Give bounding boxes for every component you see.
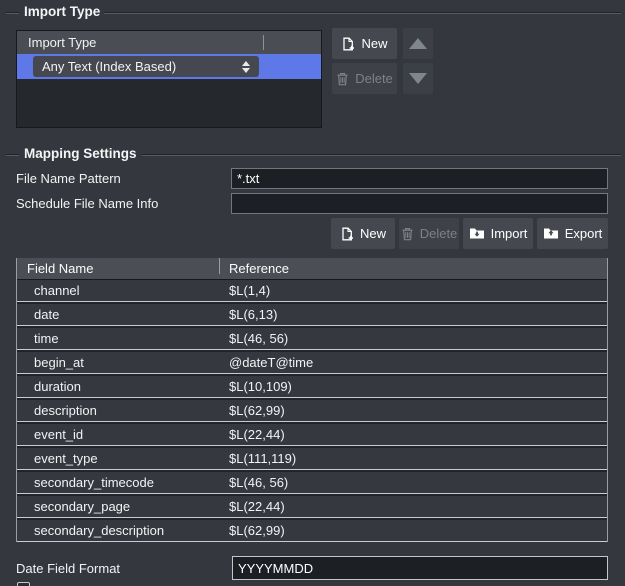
table-row[interactable]: duration $L(10,109) <box>17 376 607 398</box>
group-border-line <box>142 154 621 156</box>
table-row[interactable]: secondary_description $L(62,99) <box>17 520 607 542</box>
import-button-label: Import <box>491 226 528 241</box>
field-delete-button[interactable]: Delete <box>399 218 459 249</box>
reference-cell: @dateT@time <box>229 352 313 374</box>
group-border-line <box>104 12 621 14</box>
table-row[interactable]: description $L(62,99) <box>17 400 607 422</box>
field-name-column-header[interactable]: Field Name <box>27 258 93 279</box>
field-name-cell: secondary_timecode <box>34 472 154 494</box>
table-row[interactable]: event_id $L(22,44) <box>17 424 607 446</box>
field-name-cell: duration <box>34 376 81 398</box>
field-mapping-grid: Field Name Reference channel $L(1,4) date $… <box>16 258 608 542</box>
group-border-dash <box>6 154 19 156</box>
table-row[interactable]: secondary_page $L(22,44) <box>17 496 607 518</box>
field-name-cell: date <box>34 304 59 326</box>
export-button-label: Export <box>565 226 603 241</box>
reference-cell: $L(1,4) <box>229 280 270 302</box>
table-row[interactable]: time $L(46, 56) <box>17 328 607 350</box>
reference-cell: $L(46, 56) <box>229 472 288 494</box>
field-new-button[interactable]: New <box>331 218 395 249</box>
table-row[interactable]: secondary_timecode $L(46, 56) <box>17 472 607 494</box>
field-name-cell: secondary_description <box>34 520 164 542</box>
table-row[interactable]: begin_at @dateT@time <box>17 352 607 374</box>
table-row[interactable]: channel $L(1,4) <box>17 280 607 302</box>
arrow-up-icon <box>409 38 427 49</box>
import-type-column-header[interactable]: Import Type <box>17 31 321 54</box>
schedule-file-name-info-input[interactable] <box>231 193 608 214</box>
group-border-dash <box>6 12 19 14</box>
reference-cell: $L(22,44) <box>229 496 285 518</box>
move-down-button[interactable] <box>403 63 433 94</box>
new-button-label: New <box>361 36 387 51</box>
new-document-icon <box>341 37 355 51</box>
reference-cell: $L(111,119) <box>229 448 296 470</box>
file-name-pattern-input[interactable] <box>231 168 608 189</box>
import-type-new-button[interactable]: New <box>332 28 397 59</box>
field-name-cell: channel <box>34 280 80 302</box>
table-row[interactable]: event_type $L(111,119) <box>17 448 607 470</box>
field-name-cell: begin_at <box>34 352 84 374</box>
reference-cell: $L(22,44) <box>229 424 285 446</box>
reference-cell: $L(46, 56) <box>229 328 288 350</box>
move-up-button[interactable] <box>403 28 433 59</box>
field-table-body: channel $L(1,4) date $L(6,13) time $L(46, 56)… <box>17 280 607 542</box>
combobox-updown-icon <box>242 61 250 73</box>
field-name-cell: time <box>34 328 59 350</box>
folder-export-icon <box>543 227 559 240</box>
new-button-label: New <box>360 226 386 241</box>
table-row[interactable]: date $L(6,13) <box>17 304 607 326</box>
date-field-format-label: Date Field Format <box>16 561 120 576</box>
arrow-down-icon <box>409 73 427 84</box>
folder-import-icon <box>469 227 485 240</box>
import-button[interactable]: Import <box>463 218 533 249</box>
schedule-file-name-info-label: Schedule File Name Info <box>16 196 158 211</box>
reference-cell: $L(62,99) <box>229 400 285 422</box>
field-name-cell: event_type <box>34 448 98 470</box>
new-document-icon <box>340 227 354 241</box>
field-name-cell: description <box>34 400 97 422</box>
reference-cell: $L(6,13) <box>229 304 277 326</box>
selected-import-type-row[interactable]: Any Text (Index Based) <box>17 54 321 79</box>
date-field-format-input[interactable] <box>232 556 608 580</box>
field-name-cell: event_id <box>34 424 83 446</box>
column-divider[interactable] <box>263 35 264 50</box>
column-divider[interactable] <box>219 258 220 274</box>
export-button[interactable]: Export <box>537 218 608 249</box>
import-type-grid: Import Type Any Text (Index Based) <box>16 30 322 128</box>
reference-column-header[interactable]: Reference <box>229 258 289 279</box>
delete-button-label: Delete <box>355 71 393 86</box>
trash-icon <box>401 227 414 241</box>
import-type-combobox[interactable]: Any Text (Index Based) <box>33 56 259 77</box>
reference-cell: $L(62,99) <box>229 520 285 542</box>
import-type-group-title: Import Type <box>24 4 100 19</box>
mapping-settings-group-title: Mapping Settings <box>24 146 137 161</box>
trash-icon <box>336 72 349 86</box>
field-name-cell: secondary_page <box>34 496 130 518</box>
checkbox-partial[interactable] <box>17 582 30 586</box>
import-type-column-label: Import Type <box>28 35 96 50</box>
delete-button-label: Delete <box>420 226 458 241</box>
field-table-header[interactable]: Field Name Reference <box>17 258 607 280</box>
reference-cell: $L(10,109) <box>229 376 292 398</box>
file-name-pattern-label: File Name Pattern <box>16 171 121 186</box>
import-type-delete-button[interactable]: Delete <box>332 63 397 94</box>
combobox-selected-value: Any Text (Index Based) <box>42 59 176 74</box>
